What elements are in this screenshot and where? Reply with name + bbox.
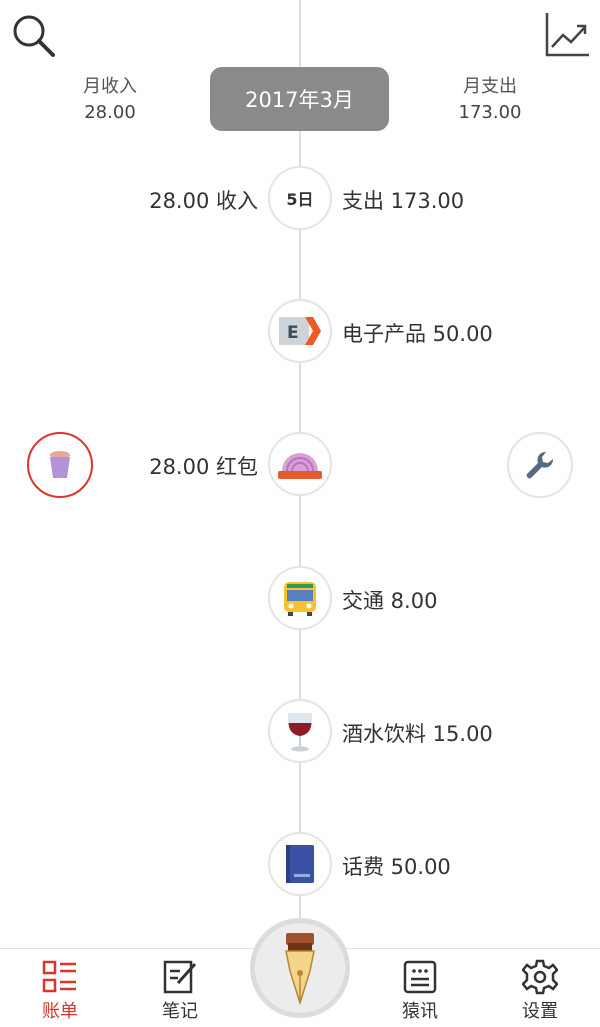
red-packet-icon <box>278 453 322 479</box>
nav-tab-notes-label: 笔记 <box>162 1001 198 1022</box>
bill-list-icon <box>42 960 76 993</box>
wine-glass-icon <box>287 713 313 752</box>
monthly-income-summary: 月收入 28.00 <box>40 74 180 126</box>
day-expense-total: 支出 173.00 <box>342 189 465 213</box>
day-node: 5日 <box>268 166 332 230</box>
entry-transport-node[interactable] <box>268 566 332 630</box>
nav-tab-bills-label: 账单 <box>42 1001 78 1022</box>
search-icon <box>13 15 55 57</box>
fountain-pen-icon <box>285 933 315 1005</box>
month-selector[interactable]: 2017年3月 <box>210 67 389 131</box>
statistics-button[interactable] <box>542 10 592 60</box>
electronics-icon: E <box>279 317 321 345</box>
entry-drinks-text[interactable]: 酒水饮料 15.00 <box>342 718 493 748</box>
monthly-expense-label: 月支出 <box>463 76 517 97</box>
day-income-total: 28.00 收入 <box>149 189 258 213</box>
svg-text:E: E <box>287 323 299 343</box>
wrench-icon <box>526 451 554 479</box>
entry-transport-text[interactable]: 交通 8.00 <box>342 585 437 615</box>
monthly-expense-summary: 月支出 173.00 <box>420 74 560 126</box>
nav-tab-news-label: 猿讯 <box>402 1001 438 1022</box>
trash-icon <box>50 451 70 478</box>
nav-tab-settings-label: 设置 <box>522 1001 558 1022</box>
gear-icon <box>522 959 558 995</box>
entry-phone-bill-text[interactable]: 话费 50.00 <box>342 851 451 881</box>
bus-icon <box>284 582 316 616</box>
news-icon <box>403 960 437 994</box>
entry-phone-bill-node[interactable] <box>268 832 332 896</box>
search-button[interactable] <box>8 10 58 60</box>
book-icon <box>286 845 314 883</box>
entry-drinks-node[interactable] <box>268 699 332 763</box>
monthly-income-label: 月收入 <box>83 76 137 97</box>
nav-tab-bills[interactable]: 账单 <box>15 957 105 1023</box>
nav-tab-news[interactable]: 猿讯 <box>375 957 465 1023</box>
entry-electronics-node[interactable]: E <box>268 299 332 363</box>
entry-red-packet-node[interactable] <box>268 432 332 496</box>
nav-tab-settings[interactable]: 设置 <box>495 957 585 1023</box>
trend-chart-icon <box>545 13 589 57</box>
delete-button[interactable] <box>27 432 93 498</box>
note-edit-icon <box>163 960 197 994</box>
edit-button[interactable] <box>507 432 573 498</box>
monthly-expense-amount: 173.00 <box>458 102 522 123</box>
entry-red-packet-text[interactable]: 28.00 红包 <box>149 451 258 481</box>
add-record-button[interactable] <box>250 918 350 1018</box>
nav-tab-notes[interactable]: 笔记 <box>135 957 225 1023</box>
entry-electronics-text[interactable]: 电子产品 50.00 <box>342 318 493 348</box>
monthly-income-amount: 28.00 <box>84 102 136 123</box>
